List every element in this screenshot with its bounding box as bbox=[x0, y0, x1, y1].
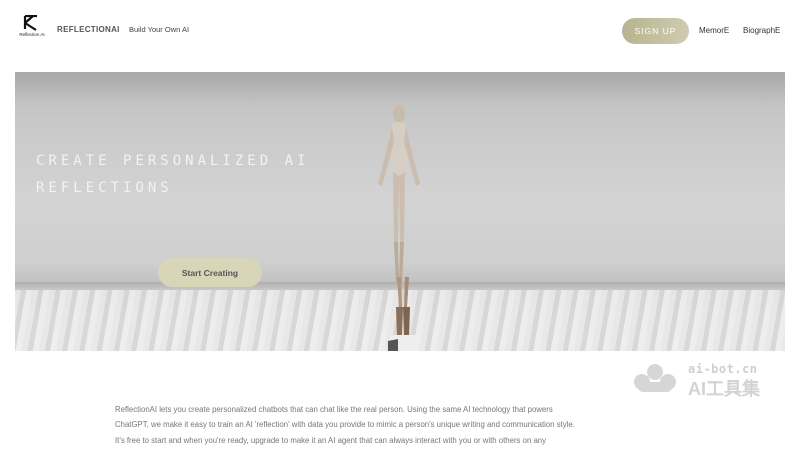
watermark: ai-bot.cn AI工具集 bbox=[630, 362, 790, 399]
tagline: Build Your Own AI bbox=[129, 25, 190, 34]
hero-title-line-2: REFLECTIONS bbox=[36, 180, 173, 196]
logo-text: Reflection AI bbox=[19, 32, 45, 37]
watermark-url: ai-bot.cn bbox=[688, 362, 758, 376]
nav-link-memore[interactable]: MemorE bbox=[699, 26, 729, 35]
brand-name[interactable]: REFLECTIONAI bbox=[57, 25, 120, 34]
reflection-logo-icon bbox=[23, 15, 37, 31]
hero-banner: CREATE PERSONALIZED AI REFLECTIONS Start… bbox=[15, 72, 785, 351]
logo[interactable]: Reflection AI bbox=[16, 15, 48, 45]
signup-button[interactable]: SIGN UP bbox=[622, 18, 689, 44]
start-creating-button[interactable]: Start Creating bbox=[158, 258, 262, 287]
site-header: Reflection AI REFLECTIONAI Build Your Ow… bbox=[0, 0, 800, 62]
description-line: ReflectionAI lets you create personalize… bbox=[115, 405, 553, 414]
description-line: ChatGPT, we make it easy to train an AI … bbox=[115, 420, 575, 430]
nav-link-biographe[interactable]: BiographE bbox=[743, 26, 780, 35]
description: ReflectionAI lets you create personalize… bbox=[115, 402, 715, 448]
description-line: It's free to start and when you're ready… bbox=[115, 435, 547, 445]
watermark-name: AI工具集 bbox=[688, 379, 760, 399]
hero-title: CREATE PERSONALIZED AI REFLECTIONS bbox=[36, 148, 356, 202]
person-figure-image bbox=[388, 277, 417, 351]
reflection-figure-image bbox=[378, 105, 420, 284]
cloud-icon bbox=[634, 364, 676, 392]
hero-title-line-1: CREATE PERSONALIZED AI bbox=[36, 153, 310, 169]
